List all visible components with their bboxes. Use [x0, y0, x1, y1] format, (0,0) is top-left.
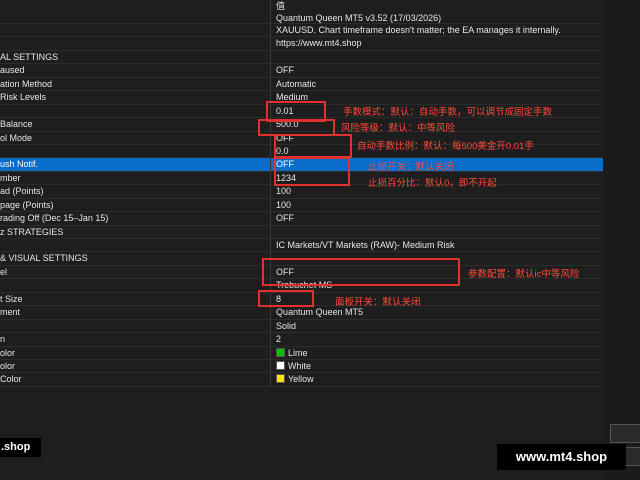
param-name: aused	[0, 64, 271, 77]
param-name	[0, 104, 271, 118]
param-name: z STRATEGIES	[0, 225, 271, 238]
param-name: & VISUAL SETTINGS	[0, 252, 271, 265]
annotation-preset: 参数配置：默认ic中等风险	[468, 269, 580, 280]
param-name	[0, 239, 271, 252]
color-swatch-icon	[276, 347, 285, 357]
param-value-cell[interactable]: White	[276, 360, 603, 372]
param-value-cell[interactable]: XAUUSD. Chart timeframe doesn't matter; …	[276, 24, 603, 36]
param-value-cell[interactable]: Solid	[276, 320, 603, 332]
param-row[interactable]: olor Lime	[0, 346, 603, 360]
param-row[interactable]: page (Points) 100	[0, 198, 603, 213]
param-name: olor	[0, 346, 271, 359]
param-value: https://www.mt4.shop	[276, 38, 362, 49]
annotation-auto-lot-ratio: 自动手数比例：默认：每500美金开0.01手	[357, 141, 534, 152]
param-value-cell[interactable]: Lime	[276, 347, 603, 359]
param-row[interactable]: rading Off (Dec 15–Jan 15) OFF	[0, 212, 603, 226]
param-name	[0, 279, 271, 292]
param-value: 100	[276, 186, 292, 197]
param-row[interactable]: n2	[0, 333, 603, 347]
highlight-box	[274, 134, 352, 158]
param-value-cell[interactable]: Automatic	[276, 78, 603, 90]
param-value-cell[interactable]	[276, 226, 603, 238]
param-value-cell[interactable]: Yellow	[276, 373, 603, 385]
param-row[interactable]: IC Markets/VT Markets (RAW)- Medium Risk	[0, 239, 603, 253]
param-value-cell[interactable]: OFF	[276, 212, 603, 224]
param-value-cell[interactable]: OFF	[276, 64, 603, 76]
param-name: el	[0, 265, 271, 279]
param-name	[0, 24, 271, 37]
parameters-grid: 值 Quantum Queen MT5 v3.52 (17/03/2026) X…	[0, 0, 603, 387]
param-name: mber	[0, 171, 271, 185]
name-column-header	[0, 0, 271, 23]
param-value: IC Markets/VT Markets (RAW)- Medium Risk	[276, 240, 455, 250]
watermark-badge-right: www.mt4.shop	[497, 444, 626, 470]
param-name	[0, 37, 271, 50]
param-value[interactable]: Quantum Queen MT5 v3.52 (17/03/2026)	[276, 12, 441, 24]
param-value: Solid	[276, 320, 297, 331]
param-value: Quantum Queen MT5	[276, 307, 364, 318]
annotation-stoploss-percent: 止损百分比：默认0，即不开起	[368, 178, 497, 189]
param-name: n	[0, 333, 271, 346]
param-name: rading Off (Dec 15–Jan 15)	[0, 212, 271, 225]
param-name: Balance	[0, 118, 271, 131]
param-name: olor	[0, 359, 271, 373]
param-name: ment	[0, 306, 271, 319]
param-row[interactable]: ad (Points) 100	[0, 185, 603, 199]
param-name: ush Notif.	[0, 158, 271, 171]
param-value: Automatic	[276, 78, 317, 89]
param-name: page (Points)	[0, 198, 271, 212]
param-name	[0, 144, 271, 158]
param-name: AL SETTINGS	[0, 50, 271, 64]
right-panel	[603, 0, 640, 480]
param-name: Risk Levels	[0, 91, 271, 104]
param-row[interactable]: XAUUSD. Chart timeframe doesn't matter; …	[0, 24, 603, 38]
value-column-header: 值	[276, 1, 286, 11]
param-row[interactable]: Solid	[0, 319, 603, 334]
param-value-cell[interactable]: 2	[276, 333, 603, 345]
grid-header-row: 值 Quantum Queen MT5 v3.52 (17/03/2026)	[0, 0, 603, 24]
param-value-cell[interactable]	[276, 51, 603, 63]
param-name: ation Method	[0, 77, 271, 91]
param-row[interactable]: https://www.mt4.shop	[0, 37, 603, 51]
param-value: Lime	[288, 347, 308, 358]
param-value: 100	[276, 199, 292, 210]
param-value: OFF	[276, 65, 294, 76]
param-value-cell[interactable]: Quantum Queen MT5	[276, 306, 603, 318]
param-row[interactable]: AL SETTINGS	[0, 50, 603, 65]
param-name: ol Mode	[0, 131, 271, 144]
color-swatch-icon	[276, 374, 285, 384]
annotation-panel-switch: 面板开关：默认关闭	[335, 297, 421, 308]
param-row[interactable]: ment Quantum Queen MT5	[0, 306, 603, 320]
param-row[interactable]: olor White	[0, 359, 603, 374]
param-row[interactable]: Color Yellow	[0, 373, 603, 387]
param-value: OFF	[276, 213, 294, 224]
annotation-risk-level: 风险等级：默认：中等风险	[341, 123, 456, 134]
param-value: 2	[276, 334, 282, 345]
param-name: Color	[0, 373, 271, 386]
param-value-cell[interactable]: 8	[276, 293, 603, 305]
param-name	[0, 319, 271, 333]
param-value-cell[interactable]: https://www.mt4.shop	[276, 37, 603, 49]
param-value: Yellow	[288, 374, 314, 385]
param-row[interactable]: aused OFF	[0, 64, 603, 78]
watermark-badge-left: .shop	[0, 438, 41, 457]
param-row[interactable]: z STRATEGIES	[0, 225, 603, 239]
annotation-stoploss-switch: 止损开关：默认关闭	[368, 162, 454, 173]
param-name: ad (Points)	[0, 185, 271, 198]
annotation-lot-mode: 手数模式：默认：自动手数，可以调节成固定手数	[343, 107, 553, 118]
highlight-box	[258, 290, 314, 307]
highlight-box	[262, 258, 460, 286]
param-value-cell[interactable]: 100	[276, 199, 603, 211]
param-value: White	[288, 360, 312, 371]
param-value-cell[interactable]: IC Markets/VT Markets (RAW)- Medium Risk	[276, 239, 603, 251]
param-name: t Size	[0, 292, 271, 306]
param-value: XAUUSD. Chart timeframe doesn't matter; …	[276, 25, 561, 35]
color-swatch-icon	[276, 360, 285, 370]
param-row[interactable]: ation Method Automatic	[0, 77, 603, 92]
highlight-box	[274, 157, 350, 186]
ok-button[interactable]	[610, 424, 640, 443]
